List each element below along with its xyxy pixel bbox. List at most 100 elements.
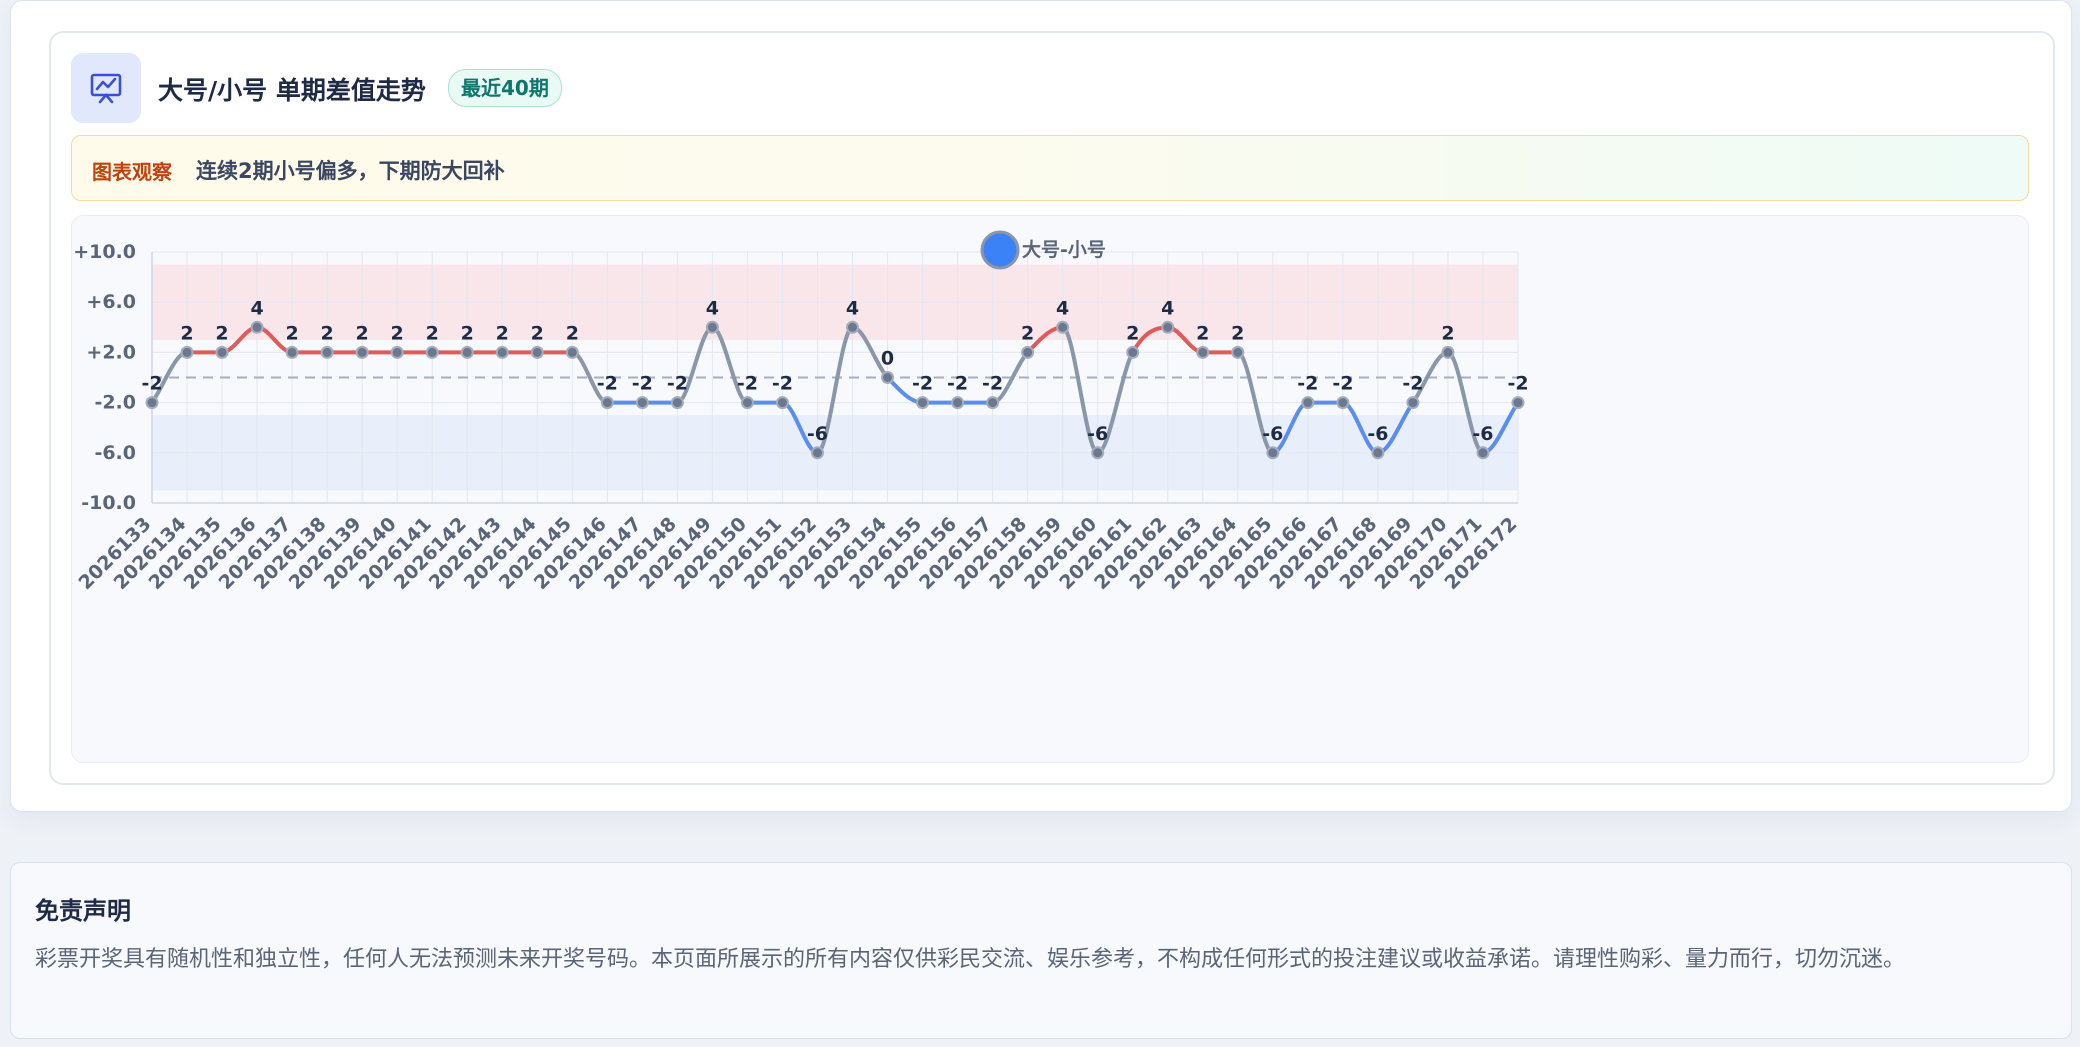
data-label: 4 [250, 297, 263, 319]
disclaimer-title: 免责声明 [35, 897, 131, 925]
chart-title: 大号/小号 单期差值走势 [158, 76, 426, 105]
data-label: -2 [1507, 373, 1528, 395]
period-badge: 最近40期 [448, 69, 562, 107]
data-label: -2 [737, 373, 758, 395]
data-label: 2 [356, 322, 369, 344]
y-tick-label: -6.0 [94, 442, 136, 464]
data-label: 2 [1126, 322, 1139, 344]
chart-insight-banner: 图表观察 连续2期小号偏多，下期防大回补 [71, 135, 2029, 201]
data-label: 2 [321, 322, 334, 344]
plot-panel: +10.0 +6.0 +2.0 -2.0 -6.0 -10.0 2026133 2026134… [71, 215, 2029, 763]
data-point [635, 396, 649, 410]
y-tick-label: +10.0 [73, 241, 136, 263]
y-tick-label: -2.0 [94, 392, 136, 414]
data-point [1021, 345, 1035, 359]
data-point [1441, 345, 1455, 359]
y-tick-label: +6.0 [86, 291, 136, 313]
data-point [1056, 320, 1070, 334]
data-label: 2 [496, 322, 509, 344]
data-label: -6 [807, 423, 828, 445]
data-label: -2 [667, 373, 688, 395]
disclaimer-section: 免责声明 彩票开奖具有随机性和独立性，任何人无法预测未来开奖号码。本页面所展示的… [10, 862, 2072, 1039]
data-point [951, 396, 965, 410]
data-point [1126, 345, 1140, 359]
data-label: 4 [846, 297, 859, 319]
data-point [775, 396, 789, 410]
data-point [846, 320, 860, 334]
y-tick-label: +2.0 [86, 341, 136, 363]
data-point [1091, 446, 1105, 460]
y-tick-label: -10.0 [81, 492, 136, 514]
data-label: -2 [1297, 373, 1318, 395]
data-point [495, 345, 509, 359]
data-point [250, 320, 264, 334]
data-label: -6 [1262, 423, 1283, 445]
data-label: 2 [1021, 322, 1034, 344]
data-label: -2 [141, 373, 162, 395]
data-label: 2 [391, 322, 404, 344]
data-point [1266, 446, 1280, 460]
data-point [425, 345, 439, 359]
data-label: -2 [1332, 373, 1353, 395]
disclaimer-text: 彩票开奖具有随机性和独立性，任何人无法预测未来开奖号码。本页面所展示的所有内容仅… [35, 947, 1906, 972]
data-point [810, 446, 824, 460]
data-point [1511, 396, 1525, 410]
data-point [881, 371, 895, 384]
data-label: 4 [1056, 297, 1069, 319]
legend-label: 大号-小号 [1022, 238, 1106, 261]
data-point [1371, 446, 1385, 460]
data-label: 2 [1231, 322, 1244, 344]
data-label: 2 [461, 322, 474, 344]
data-point [705, 320, 719, 334]
data-point [530, 345, 544, 359]
data-label: -2 [1402, 373, 1423, 395]
data-point [1301, 396, 1315, 410]
data-label: 4 [706, 297, 719, 319]
data-point [740, 396, 754, 410]
data-label: -2 [632, 373, 653, 395]
insight-tag: 图表观察 [92, 160, 172, 184]
data-label: 4 [1161, 297, 1174, 319]
data-label: -2 [597, 373, 618, 395]
data-label: -2 [772, 373, 793, 395]
data-point [215, 345, 229, 359]
data-label: -6 [1087, 423, 1108, 445]
presentation-chart-icon [71, 53, 141, 123]
data-label: -2 [947, 373, 968, 395]
data-label: 2 [180, 322, 193, 344]
data-label: 2 [285, 322, 298, 344]
data-point [600, 396, 614, 410]
data-label: -6 [1472, 423, 1493, 445]
data-label: -6 [1367, 423, 1388, 445]
data-point [565, 345, 579, 359]
data-label: 2 [1441, 322, 1454, 344]
data-point [670, 396, 684, 410]
chart-section: 大号/小号 单期差值走势 最近40期 图表观察 连续2期小号偏多，下期防大回补 … [49, 31, 2055, 785]
data-point [1161, 320, 1175, 334]
data-point [285, 345, 299, 359]
data-point [180, 345, 194, 359]
data-point [355, 345, 369, 359]
legend-marker [980, 230, 1020, 270]
data-point [986, 396, 1000, 410]
data-label: -2 [912, 373, 933, 395]
insight-text: 连续2期小号偏多，下期防大回补 [196, 159, 505, 183]
data-point [1406, 396, 1420, 410]
data-point [145, 396, 159, 410]
data-point [1231, 345, 1245, 359]
trend-card: 大号/小号 单期差值走势 最近40期 图表观察 连续2期小号偏多，下期防大回补 … [10, 0, 2072, 812]
data-point [1336, 396, 1350, 410]
data-label: -2 [982, 373, 1003, 395]
data-point [916, 396, 930, 410]
line-chart: +10.0+6.0+2.0-2.0-6.0-10.020261332026134… [73, 230, 1529, 594]
data-point [1196, 345, 1210, 359]
data-point [390, 345, 404, 359]
data-label: 2 [426, 322, 439, 344]
data-label: 2 [1196, 322, 1209, 344]
data-point [1476, 446, 1490, 460]
data-point [460, 345, 474, 359]
data-label: 0 [881, 348, 894, 370]
data-label: 2 [531, 322, 544, 344]
data-label: 2 [566, 322, 579, 344]
data-point [320, 345, 334, 359]
